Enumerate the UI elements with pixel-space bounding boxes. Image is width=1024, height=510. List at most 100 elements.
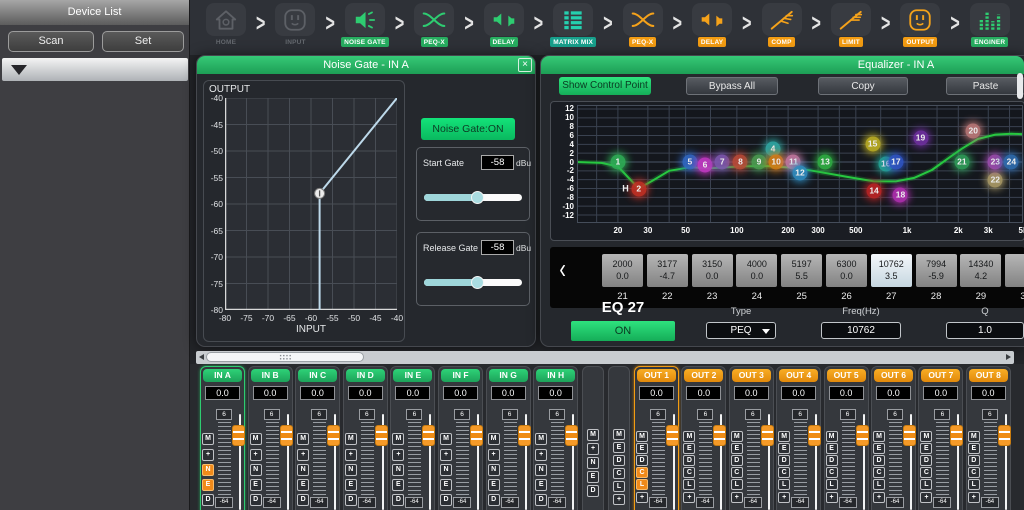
channel-strip-in-f[interactable]: IN F0.06-64M+NED [438, 366, 483, 510]
eq-point-24[interactable]: 24 [1004, 155, 1019, 170]
channel-label[interactable]: OUT 1 [637, 369, 676, 382]
gain-value-display[interactable]: 0.0 [395, 386, 430, 400]
channel-button-m[interactable]: M [488, 433, 500, 445]
eq-point-5[interactable]: 5 [682, 155, 697, 170]
channel-strip-in-b[interactable]: IN B0.06-64M+NED [248, 366, 293, 510]
channel-button-l[interactable]: L [778, 479, 790, 490]
eq-point-19[interactable]: 19 [913, 130, 928, 145]
channel-button-plus[interactable]: + [873, 492, 885, 503]
eq-point-22[interactable]: 22 [988, 172, 1003, 187]
channel-strip-out-8[interactable]: OUT 80.06-64MEDCL+ [966, 366, 1011, 510]
channel-strip-in-c[interactable]: IN C0.06-64M+NED [295, 366, 340, 510]
fader-handle[interactable] [232, 425, 245, 446]
fader-handle[interactable] [713, 425, 726, 446]
channel-label[interactable]: OUT 7 [921, 369, 960, 382]
eq-band-25[interactable]: 51975.5 [781, 254, 822, 287]
noise-gate-on-button[interactable]: Noise Gate:ON [421, 118, 515, 140]
channel-button-plus[interactable]: + [392, 449, 404, 461]
channel-button-plus[interactable]: + [440, 449, 452, 461]
channel-button-l[interactable]: L [636, 479, 648, 490]
channel-button-n[interactable]: N [250, 464, 262, 476]
channel-button-e[interactable]: E [920, 443, 932, 454]
channel-button-l[interactable]: L [920, 479, 932, 490]
channel-button-e[interactable]: E [778, 443, 790, 454]
channel-button-n[interactable]: N [202, 464, 214, 476]
channel-button-e[interactable]: E [345, 479, 357, 491]
toolbar-item-peq-x[interactable]: PEQ-X [617, 3, 669, 47]
fader-handle[interactable] [518, 425, 531, 446]
channel-button-d[interactable]: D [488, 494, 500, 506]
channel-strip-out-6[interactable]: OUT 60.06-64MEDCL+ [871, 366, 916, 510]
channel-button-m[interactable]: M [683, 431, 695, 442]
eq-plot[interactable]: 12H567894101112131514161718192120222324 [577, 105, 1023, 223]
channel-button-m[interactable]: M [826, 431, 838, 442]
device-dropdown[interactable] [2, 58, 188, 81]
channel-button-plus[interactable]: + [297, 449, 309, 461]
channel-button-plus[interactable]: + [488, 449, 500, 461]
scan-button[interactable]: Scan [8, 31, 94, 52]
gain-value-display[interactable]: 0.0 [205, 386, 240, 400]
channel-label[interactable]: OUT 6 [874, 369, 913, 382]
channel-strip-in-h[interactable]: IN H0.06-64M+NED [533, 366, 578, 510]
eq-point-18[interactable]: 18 [893, 188, 908, 203]
channel-button-d[interactable]: D [920, 455, 932, 466]
gain-value-display[interactable]: 0.0 [348, 386, 383, 400]
eq-point-10[interactable]: 10 [769, 155, 784, 170]
channel-button-plus[interactable]: + [535, 449, 547, 461]
eq-band-24[interactable]: 40000.0 [736, 254, 777, 287]
master-in-strip[interactable]: M+NED [582, 366, 604, 510]
channel-button-d[interactable]: D [968, 455, 980, 466]
eq-point-9[interactable]: 9 [752, 155, 767, 170]
gain-value-display[interactable]: 0.0 [491, 386, 526, 400]
channel-strip-in-g[interactable]: IN G0.06-64M+NED [486, 366, 531, 510]
close-icon[interactable]: × [518, 58, 532, 72]
channel-button-d[interactable]: D [683, 455, 695, 466]
toolbar-item-matrix-mix[interactable]: MATRIX MIX [547, 3, 599, 47]
fader-handle[interactable] [565, 425, 578, 446]
show-control-point-button[interactable]: Show Control Point [559, 77, 651, 95]
channel-button-d[interactable]: D [440, 494, 452, 506]
gain-value-display[interactable]: 0.0 [300, 386, 335, 400]
start-gate-slider[interactable] [424, 194, 522, 201]
channel-button-m[interactable]: M [968, 431, 980, 442]
channel-button-d[interactable]: D [587, 485, 599, 497]
channel-button-plus[interactable]: + [778, 492, 790, 503]
channel-strip-in-d[interactable]: IN D0.06-64M+NED [343, 366, 388, 510]
toolbar-item-delay[interactable]: DELAY [686, 3, 738, 47]
fader-handle[interactable] [375, 425, 388, 446]
eq-point-6[interactable]: 6 [698, 158, 713, 173]
channel-strip-out-2[interactable]: OUT 20.06-64MEDCL+ [681, 366, 726, 510]
eq-on-button[interactable]: ON [571, 321, 675, 341]
channel-button-e[interactable]: E [968, 443, 980, 454]
channel-button-c[interactable]: C [968, 467, 980, 478]
channel-strip-out-7[interactable]: OUT 70.06-64MEDCL+ [918, 366, 963, 510]
channel-button-plus[interactable]: + [202, 449, 214, 461]
start-gate-input[interactable] [481, 155, 514, 170]
channel-label[interactable]: IN H [536, 369, 575, 382]
channel-button-m[interactable]: M [920, 431, 932, 442]
channel-button-n[interactable]: N [392, 464, 404, 476]
channel-button-e[interactable]: E [587, 471, 599, 483]
channel-button-l[interactable]: L [968, 479, 980, 490]
master-out-strip[interactable]: MEDCL+ [608, 366, 630, 510]
toolbar-item-delay[interactable]: DELAY [478, 3, 530, 47]
gain-value-display[interactable]: 0.0 [253, 386, 288, 400]
fader-handle[interactable] [470, 425, 483, 446]
eq-point-17[interactable]: 17 [888, 155, 903, 170]
channel-button-e[interactable]: E [636, 443, 648, 454]
set-button[interactable]: Set [102, 31, 184, 52]
channel-button-l[interactable]: L [683, 479, 695, 490]
channel-button-plus[interactable]: + [613, 494, 625, 505]
channel-button-m[interactable]: M [778, 431, 790, 442]
channel-button-n[interactable]: N [345, 464, 357, 476]
eq-point-12[interactable]: 12 [793, 166, 808, 181]
channel-button-e[interactable]: E [488, 479, 500, 491]
channel-button-m[interactable]: M [440, 433, 452, 445]
channel-button-plus[interactable]: + [826, 492, 838, 503]
channel-button-c[interactable]: C [873, 467, 885, 478]
channel-button-d[interactable]: D [202, 494, 214, 506]
channel-button-l[interactable]: L [826, 479, 838, 490]
release-gate-input[interactable] [481, 240, 514, 255]
channel-button-plus[interactable]: + [250, 449, 262, 461]
fader-handle[interactable] [903, 425, 916, 446]
